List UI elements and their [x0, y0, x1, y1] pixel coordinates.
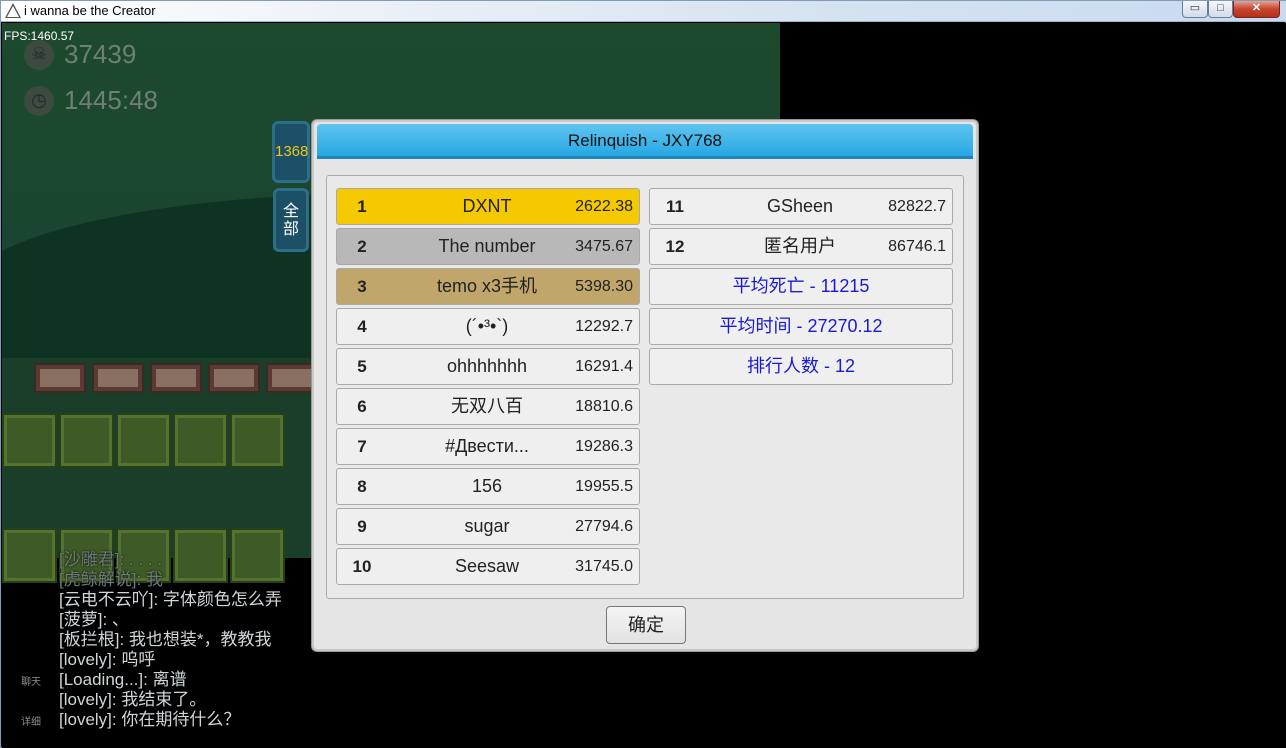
average-deaths: 平均死亡 - 11215	[649, 268, 953, 305]
title-bar[interactable]: i wanna be the Creator ▭ □ ✕	[1, 1, 1286, 22]
sign-post	[208, 363, 260, 393]
player-score: 27794.6	[575, 518, 633, 535]
player-name: 156	[471, 476, 503, 496]
average-time: 平均时间 - 27270.12	[649, 308, 953, 345]
ground-block	[59, 413, 114, 468]
leaderboard-row: 4 (´•³•`) 12292.7	[336, 308, 640, 345]
leaderboard-row: 9 sugar 27794.6	[336, 508, 640, 545]
confirm-button[interactable]: 确定	[606, 606, 686, 644]
time-value: 1445:48	[64, 85, 158, 115]
rank-label: 9	[357, 517, 367, 536]
rank-label: 8	[357, 477, 367, 496]
chat-tab[interactable]: 聊天	[21, 673, 41, 688]
sign-post	[150, 363, 202, 393]
player-score: 16291.4	[575, 358, 633, 375]
rank-label: 12	[665, 237, 685, 256]
player-name: sugar	[464, 516, 510, 536]
rank-label: 11	[666, 197, 684, 216]
player-name: GSheen	[766, 196, 834, 216]
player-name: 无双八百	[451, 396, 523, 416]
ground-block	[230, 413, 285, 468]
player-score: 2622.38	[575, 198, 633, 215]
player-score: 19955.5	[575, 478, 633, 495]
chat-line: [lovely]: 我结束了。	[59, 690, 207, 709]
leaderboard-row: 1 DXNT 2622.38	[336, 188, 640, 225]
player-name: 匿名用户	[764, 236, 836, 256]
skull-icon: ☠	[24, 39, 54, 70]
chat-line: [lovely]: 呜呼	[59, 650, 156, 669]
game-canvas[interactable]: FPS:1460.57 ☠ 37439 ◷ 1445:48 1368 全 部 […	[2, 23, 1286, 748]
player-score: 31745.0	[575, 558, 633, 575]
player-name: temo x3手机	[436, 276, 538, 296]
ground-block	[2, 413, 57, 468]
player-score: 82822.7	[888, 198, 946, 215]
ground-block	[116, 413, 171, 468]
leaderboard-row: 2 The number 3475.67	[336, 228, 640, 265]
minimize-button[interactable]: ▭	[1182, 1, 1208, 18]
player-name: (´•³•`)	[465, 316, 509, 336]
rank-label: 5	[357, 357, 367, 376]
player-score: 18810.6	[575, 398, 633, 415]
player-name: ohhhhhhh	[446, 356, 528, 376]
player-score: 86746.1	[888, 238, 946, 255]
time-counter: ◷ 1445:48	[24, 85, 158, 116]
rank-label: 2	[357, 237, 367, 256]
leaderboard-row: 10 Seesaw 31745.0	[336, 548, 640, 585]
ground-block	[2, 528, 57, 583]
side-all-label-1: 全	[282, 203, 299, 220]
player-score: 3475.67	[575, 238, 633, 255]
rank-label: 7	[357, 437, 367, 456]
sign-post	[34, 363, 86, 393]
rank-label: 3	[357, 277, 367, 296]
rank-label: 4	[357, 317, 367, 336]
close-button[interactable]: ✕	[1233, 1, 1280, 18]
rank-label: 6	[357, 397, 367, 416]
clock-icon: ◷	[24, 85, 54, 116]
leaderboard-row: 3 temo x3手机 5398.30	[336, 268, 640, 305]
rank-label: 10	[352, 557, 372, 576]
app-icon	[5, 3, 21, 18]
leaderboard-panel: 平均死亡 - 11215 平均时间 - 27270.12 排行人数 - 12 1…	[326, 175, 964, 599]
player-name: DXNT	[462, 196, 512, 216]
player-name: The number	[438, 236, 536, 256]
player-score: 12292.7	[575, 318, 633, 335]
ranked-count: 排行人数 - 12	[649, 348, 953, 385]
maximize-button[interactable]: □	[1208, 1, 1233, 18]
detail-tab[interactable]: 详细	[21, 713, 41, 728]
death-counter: ☠ 37439	[24, 39, 136, 70]
leaderboard-row: 11 GSheen 82822.7	[649, 188, 953, 225]
chat-line: [lovely]: 你在期待什么？	[59, 710, 241, 729]
dialog-title: Relinquish - JXY768	[317, 124, 973, 159]
rank-label: 1	[357, 197, 367, 216]
leaderboard-row: 12 匿名用户 86746.1	[649, 228, 953, 265]
leaderboard-row: 8 156 19955.5	[336, 468, 640, 505]
player-score: 19286.3	[575, 438, 633, 455]
leaderboard-row: 7 #Двести... 19286.3	[336, 428, 640, 465]
leaderboard-row: 5 ohhhhhhh 16291.4	[336, 348, 640, 385]
side-all-tab[interactable]: 全 部	[273, 188, 309, 252]
leaderboard-row: 6 无双八百 18810.6	[336, 388, 640, 425]
death-count: 37439	[64, 39, 137, 69]
leaderboard-dialog: Relinquish - JXY768 平均死亡 - 11215 平均时间 - …	[312, 120, 978, 651]
sign-post	[92, 363, 144, 393]
chat-line: [Loading...]: 离谱	[59, 670, 187, 689]
player-name: #Двести...	[445, 436, 529, 456]
side-count-tab[interactable]: 1368	[272, 121, 310, 183]
sign-post	[266, 363, 318, 393]
window-title: i wanna be the Creator	[24, 3, 156, 18]
player-name: Seesaw	[454, 556, 520, 576]
side-all-label-2: 部	[282, 221, 299, 238]
ground-block	[173, 413, 228, 468]
player-score: 5398.30	[575, 278, 633, 295]
game-window: i wanna be the Creator ▭ □ ✕ FPS:1460.57	[0, 0, 1286, 748]
